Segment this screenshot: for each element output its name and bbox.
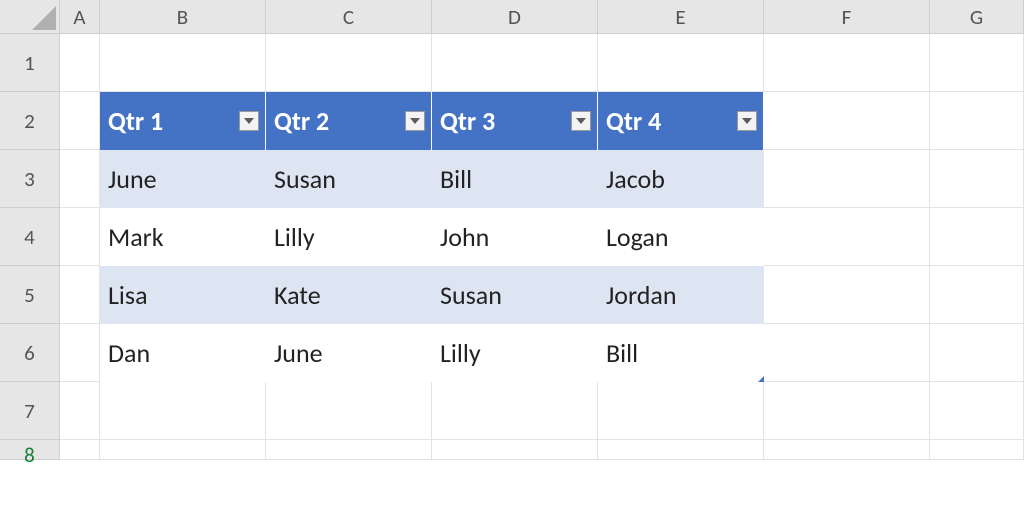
select-all-corner[interactable]	[0, 0, 60, 34]
table-header-qtr3[interactable]: Qtr 3	[432, 92, 598, 150]
cell-A4[interactable]	[60, 208, 100, 266]
cell-G7[interactable]	[930, 382, 1024, 440]
row-8: 8	[0, 440, 1024, 460]
cell-F7[interactable]	[764, 382, 930, 440]
col-header-F[interactable]: F	[764, 0, 930, 34]
cell-C6[interactable]: June	[266, 324, 432, 382]
row-5: 5 Lisa Kate Susan Jordan	[0, 266, 1024, 324]
row-header-1[interactable]: 1	[0, 34, 60, 92]
chevron-down-icon	[742, 118, 752, 124]
cell-D8[interactable]	[432, 440, 598, 460]
table-header-qtr1[interactable]: Qtr 1	[100, 92, 266, 150]
cell-A8[interactable]	[60, 440, 100, 460]
filter-button-qtr2[interactable]	[405, 111, 425, 131]
row-header-8[interactable]: 8	[0, 440, 60, 460]
cell-E1[interactable]	[598, 34, 764, 92]
cell-B5[interactable]: Lisa	[100, 266, 266, 324]
cell-A1[interactable]	[60, 34, 100, 92]
cell-F6[interactable]	[764, 324, 930, 382]
row-2: 2 Qtr 1 Qtr 2 Qtr 3 Qtr 4	[0, 92, 1024, 150]
cell-D7[interactable]	[432, 382, 598, 440]
col-header-A[interactable]: A	[60, 0, 100, 34]
cell-D3[interactable]: Bill	[432, 150, 598, 208]
cell-C8[interactable]	[266, 440, 432, 460]
cell-F3[interactable]	[764, 150, 930, 208]
cell-A7[interactable]	[60, 382, 100, 440]
cell-B4[interactable]: Mark	[100, 208, 266, 266]
cell-C1[interactable]	[266, 34, 432, 92]
cell-G1[interactable]	[930, 34, 1024, 92]
cell-G4[interactable]	[930, 208, 1024, 266]
row-3: 3 June Susan Bill Jacob	[0, 150, 1024, 208]
row-6: 6 Dan June Lilly Bill	[0, 324, 1024, 382]
chevron-down-icon	[244, 118, 254, 124]
cell-G3[interactable]	[930, 150, 1024, 208]
col-header-G[interactable]: G	[930, 0, 1024, 34]
cell-B1[interactable]	[100, 34, 266, 92]
row-header-6[interactable]: 6	[0, 324, 60, 382]
cell-value: Bill	[606, 337, 638, 369]
cell-F1[interactable]	[764, 34, 930, 92]
cell-B6[interactable]: Dan	[100, 324, 266, 382]
cell-F4[interactable]	[764, 208, 930, 266]
spreadsheet-viewport: A B C D E F G 1 2 Qtr 1 Qtr 2	[0, 0, 1024, 529]
row-header-3[interactable]: 3	[0, 150, 60, 208]
table-header-label: Qtr 2	[274, 105, 329, 137]
cell-E5[interactable]: Jordan	[598, 266, 764, 324]
table-header-qtr4[interactable]: Qtr 4	[598, 92, 764, 150]
cell-D5[interactable]: Susan	[432, 266, 598, 324]
col-header-D[interactable]: D	[432, 0, 598, 34]
cell-D1[interactable]	[432, 34, 598, 92]
cell-G5[interactable]	[930, 266, 1024, 324]
table-header-label: Qtr 4	[606, 105, 661, 137]
cell-B8[interactable]	[100, 440, 266, 460]
table-header-qtr2[interactable]: Qtr 2	[266, 92, 432, 150]
filter-button-qtr3[interactable]	[571, 111, 591, 131]
cell-G8[interactable]	[930, 440, 1024, 460]
cell-F8[interactable]	[764, 440, 930, 460]
column-header-row: A B C D E F G	[0, 0, 1024, 34]
cell-E8[interactable]	[598, 440, 764, 460]
cell-E3[interactable]: Jacob	[598, 150, 764, 208]
row-1: 1	[0, 34, 1024, 92]
filter-button-qtr4[interactable]	[737, 111, 757, 131]
cell-G2[interactable]	[930, 92, 1024, 150]
row-7: 7	[0, 382, 1024, 440]
cell-C7[interactable]	[266, 382, 432, 440]
row-header-7[interactable]: 7	[0, 382, 60, 440]
filter-button-qtr1[interactable]	[239, 111, 259, 131]
col-header-C[interactable]: C	[266, 0, 432, 34]
cell-E6[interactable]: Bill	[598, 324, 764, 382]
col-header-B[interactable]: B	[100, 0, 266, 34]
cell-A5[interactable]	[60, 266, 100, 324]
cell-B3[interactable]: June	[100, 150, 266, 208]
cell-A2[interactable]	[60, 92, 100, 150]
row-4: 4 Mark Lilly John Logan	[0, 208, 1024, 266]
cell-D4[interactable]: John	[432, 208, 598, 266]
cell-C4[interactable]: Lilly	[266, 208, 432, 266]
row-header-5[interactable]: 5	[0, 266, 60, 324]
cell-B7[interactable]	[100, 382, 266, 440]
row-header-2[interactable]: 2	[0, 92, 60, 150]
cell-E7[interactable]	[598, 382, 764, 440]
cell-D6[interactable]: Lilly	[432, 324, 598, 382]
cell-E4[interactable]: Logan	[598, 208, 764, 266]
table-header-label: Qtr 1	[108, 105, 163, 137]
cell-F5[interactable]	[764, 266, 930, 324]
table-header-label: Qtr 3	[440, 105, 495, 137]
cell-F2[interactable]	[764, 92, 930, 150]
cell-A6[interactable]	[60, 324, 100, 382]
col-header-E[interactable]: E	[598, 0, 764, 34]
chevron-down-icon	[410, 118, 420, 124]
cell-G6[interactable]	[930, 324, 1024, 382]
cell-C5[interactable]: Kate	[266, 266, 432, 324]
cell-A3[interactable]	[60, 150, 100, 208]
cell-C3[interactable]: Susan	[266, 150, 432, 208]
chevron-down-icon	[576, 118, 586, 124]
row-header-4[interactable]: 4	[0, 208, 60, 266]
